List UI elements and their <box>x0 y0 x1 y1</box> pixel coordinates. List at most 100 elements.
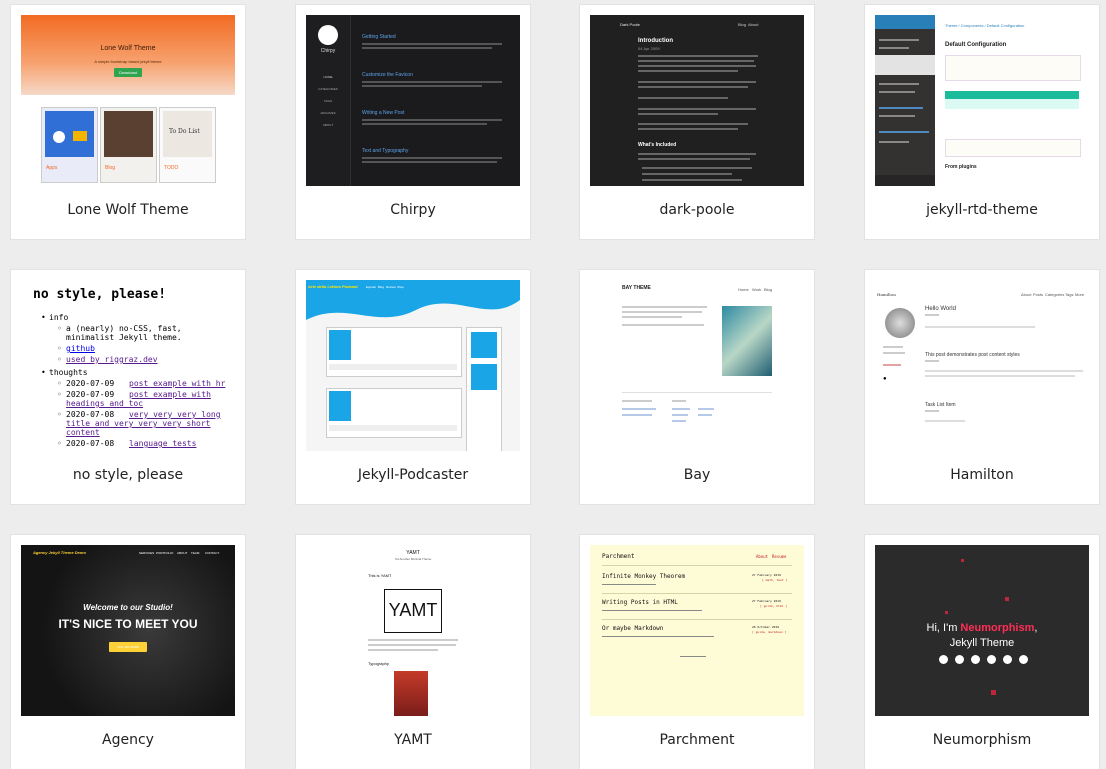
theme-title[interactable]: Lone Wolf Theme <box>11 202 245 218</box>
thumbnail-lone-wolf[interactable]: Lone Wolf Theme A simple bootstrap based… <box>21 15 235 186</box>
theme-title[interactable]: dark-poole <box>580 202 814 218</box>
thumbnail-bay[interactable]: BAY THEME Home Work Blog <box>590 280 804 451</box>
footer-link[interactable] <box>622 408 656 410</box>
tile-todo[interactable]: To Do List TODO <box>159 107 216 183</box>
active-nav[interactable] <box>875 55 935 75</box>
nav-link[interactable]: Home <box>738 287 749 292</box>
thumbnail-jekyll-rtd[interactable]: Theme / Components / Default Configurati… <box>875 15 1089 186</box>
theme-card-neumorphism[interactable]: Hi, I'm Neumorphism, Jekyll Theme Neumor… <box>865 535 1099 769</box>
thumbnail-parchment[interactable]: Parchment About Resume Infinite Monkey T… <box>590 545 804 716</box>
used-by-link[interactable]: used by riggraz.dev <box>66 355 158 364</box>
nav-link[interactable]: About <box>1021 292 1031 297</box>
thumbnail-no-style[interactable]: no style, please! • info ◦ a (nearly) no… <box>21 280 235 451</box>
thumbnail-dark-poole[interactable]: Dark Poole Blog About Introduction 04 Ap… <box>590 15 804 186</box>
theme-card-dark-poole[interactable]: Dark Poole Blog About Introduction 04 Ap… <box>580 5 814 239</box>
nav-link[interactable]: TEAM <box>191 551 199 556</box>
linkedin-icon[interactable] <box>1003 655 1012 664</box>
theme-title[interactable]: no style, please <box>11 467 245 483</box>
theme-card-chirpy[interactable]: Chirpy HOME CATEGORIES TAGS ARCHIVES ABO… <box>296 5 530 239</box>
nav-line[interactable] <box>879 91 915 93</box>
nav-line[interactable] <box>879 107 923 109</box>
site-title[interactable]: Arte della Lettura Podcast <box>308 284 358 289</box>
nav-link[interactable]: Shop <box>397 285 404 290</box>
sidebar-nav-item[interactable]: ABOUT <box>306 123 350 128</box>
theme-card-agency[interactable]: Agency Jekyll Theme Demo SERVICES PORTFO… <box>11 535 245 769</box>
theme-card-hamilton[interactable]: Hamilton About Posts Categories Tags Mor… <box>865 270 1099 504</box>
theme-card-bay[interactable]: BAY THEME Home Work Blog Bay <box>580 270 814 504</box>
post-title[interactable]: Infinite Monkey Theorem <box>602 573 685 580</box>
thumbnail-yamt[interactable]: YAMT Yet Another Minimal Theme This is Y… <box>306 545 520 716</box>
tile-blog[interactable]: Blog <box>100 107 157 183</box>
post-tags[interactable]: [ math, test ] <box>762 578 787 583</box>
nav-link[interactable]: More <box>1075 292 1084 297</box>
nav-link[interactable]: Review <box>386 285 396 290</box>
theme-card-yamt[interactable]: YAMT Yet Another Minimal Theme This is Y… <box>296 535 530 769</box>
site-title[interactable]: Parchment <box>602 553 635 560</box>
post-title[interactable]: This is YAMT <box>368 573 391 578</box>
post-title[interactable]: This post demonstrates post content styl… <box>925 352 1020 358</box>
post-title[interactable]: Writing Posts in HTML <box>602 599 678 606</box>
footer-link[interactable] <box>672 420 686 422</box>
nav-line[interactable] <box>879 47 909 49</box>
tell-me-more-button[interactable]: TELL ME MORE <box>109 642 147 652</box>
twitter-icon[interactable] <box>1019 655 1028 664</box>
theme-card-lone-wolf[interactable]: Lone Wolf Theme A simple bootstrap based… <box>11 5 245 239</box>
nav-link[interactable]: ABOUT <box>177 551 187 556</box>
gitlab-icon[interactable] <box>971 655 980 664</box>
nav-link[interactable]: About <box>748 22 758 27</box>
post-title[interactable]: Writing a New Post <box>362 111 404 116</box>
post-tags[interactable]: [ guide, markdown ] <box>752 630 786 635</box>
entry-link[interactable]: very very very long title and very very … <box>66 410 231 437</box>
post-tags[interactable]: [ guide, html ] <box>760 604 787 609</box>
nav-link[interactable]: Categories <box>1045 292 1064 297</box>
thumbnail-chirpy[interactable]: Chirpy HOME CATEGORIES TAGS ARCHIVES ABO… <box>306 15 520 186</box>
theme-card-jekyll-rtd[interactable]: Theme / Components / Default Configurati… <box>865 5 1099 239</box>
email-icon[interactable] <box>939 655 948 664</box>
theme-title[interactable]: Parchment <box>580 732 814 748</box>
episode-card[interactable] <box>326 327 462 377</box>
nav-link[interactable]: SERVICES <box>139 551 154 556</box>
post-heading[interactable]: Introduction <box>638 38 673 44</box>
nav-link[interactable]: Blog <box>378 285 384 290</box>
audio-player[interactable] <box>329 425 457 431</box>
nav-line[interactable] <box>879 141 909 143</box>
theme-card-podcaster[interactable]: Arte della Lettura Podcast Episodi Blog … <box>296 270 530 504</box>
nav-line[interactable] <box>879 131 929 133</box>
nav-line[interactable] <box>879 39 919 41</box>
nav-link[interactable]: PORTFOLIO <box>156 551 173 556</box>
theme-title[interactable]: jekyll-rtd-theme <box>865 202 1099 218</box>
entry-link[interactable]: language tests <box>129 439 196 448</box>
breadcrumb[interactable]: Theme / Components / Default Configurati… <box>945 23 1024 28</box>
post-title[interactable]: Getting Started <box>362 35 396 40</box>
github-link[interactable]: github <box>66 344 95 353</box>
featured-image[interactable] <box>722 306 772 376</box>
download-button[interactable]: Download <box>114 68 142 77</box>
nav-line[interactable] <box>879 83 919 85</box>
entry-link[interactable]: post example with headings and toc <box>66 390 226 408</box>
github-icon[interactable]: ● <box>883 376 887 382</box>
theme-title[interactable]: Agency <box>11 732 245 748</box>
post-title[interactable]: Or maybe Markdown <box>602 625 663 632</box>
nav-link[interactable]: Episodi <box>366 285 376 290</box>
theme-card-no-style[interactable]: no style, please! • info ◦ a (nearly) no… <box>11 270 245 504</box>
github-icon[interactable] <box>955 655 964 664</box>
theme-title[interactable]: Hamilton <box>865 467 1099 483</box>
nav-link[interactable]: Blog <box>764 287 772 292</box>
site-title[interactable]: Agency Jekyll Theme Demo <box>33 550 86 555</box>
theme-title[interactable]: Jekyll-Podcaster <box>296 467 530 483</box>
footer-link[interactable] <box>698 408 714 410</box>
post-title[interactable]: Text and Typography <box>362 149 408 154</box>
nav-link[interactable]: Posts <box>1033 292 1043 297</box>
footer-link[interactable] <box>672 408 690 410</box>
sidebar-nav-item[interactable]: HOME <box>306 75 350 80</box>
footer-link[interactable] <box>622 414 652 416</box>
nav-line[interactable] <box>879 115 915 117</box>
sidebar-nav-item[interactable]: ARCHIVES <box>306 111 350 116</box>
footer-link[interactable] <box>698 414 712 416</box>
entry-link[interactable]: post example with hr <box>129 379 225 388</box>
nav-link[interactable]: Work <box>752 287 761 292</box>
sidebar-nav-item[interactable]: CATEGORIES <box>306 87 350 92</box>
site-title[interactable]: BAY THEME <box>622 286 651 291</box>
site-title[interactable]: YAMT <box>306 551 520 556</box>
theme-title[interactable]: Neumorphism <box>865 732 1099 748</box>
